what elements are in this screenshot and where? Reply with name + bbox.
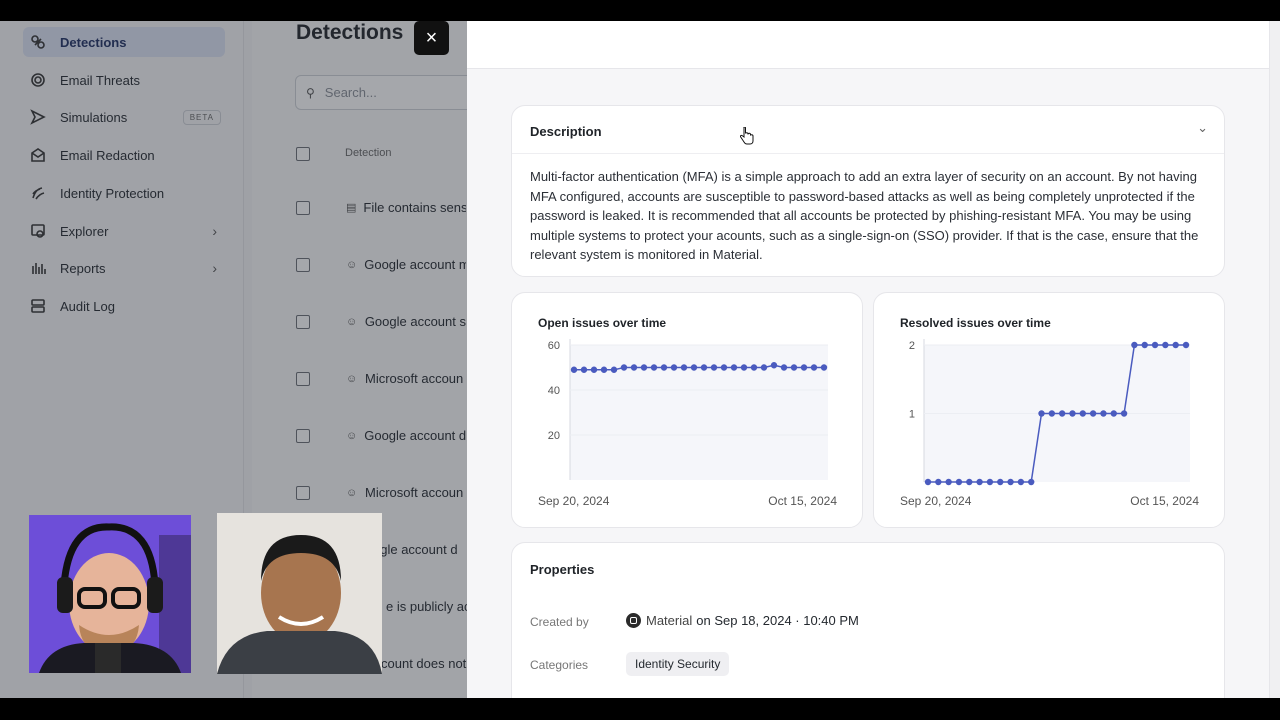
resolved-chart-end-date: Oct 15, 2024 — [1130, 494, 1199, 508]
open-issues-chart-card: Open issues over time 20 40 60 Sep 20, 202… — [511, 292, 863, 528]
data-point — [790, 364, 798, 371]
data-point — [810, 364, 818, 371]
description-card: Description ⌄ Multi-factor authenticatio… — [511, 105, 1225, 277]
data-point — [1182, 341, 1190, 349]
resolved-issues-chart-card: Resolved issues over time 12 Sep 20, 202… — [873, 292, 1225, 528]
data-point — [1141, 341, 1148, 349]
detection-drawer: Description ⌄ Multi-factor authenticatio… — [467, 21, 1280, 698]
resolved-chart-start-date: Sep 20, 2024 — [900, 494, 972, 508]
data-point — [700, 364, 708, 371]
data-point — [630, 364, 638, 371]
data-point — [1120, 410, 1128, 417]
y-tick-label: 60 — [548, 340, 560, 352]
data-point — [1110, 410, 1117, 417]
data-point — [1089, 410, 1097, 417]
category-tag[interactable]: Identity Security — [626, 652, 730, 676]
data-point — [670, 364, 678, 371]
drawer-header — [467, 21, 1269, 69]
data-point — [1151, 341, 1159, 349]
data-point — [986, 478, 994, 486]
data-point — [690, 364, 698, 371]
data-point — [1100, 410, 1107, 417]
chevron-down-icon[interactable]: ⌄ — [1197, 120, 1208, 136]
data-point — [945, 478, 952, 486]
data-point — [710, 364, 718, 371]
app-frame: Detections Email Threats Simulations BET… — [0, 21, 1280, 698]
video-tile-participant-1 — [29, 515, 191, 673]
data-point — [620, 364, 628, 371]
data-point — [660, 364, 668, 371]
data-point — [680, 364, 688, 371]
open-chart-start-date: Sep 20, 2024 — [538, 494, 610, 508]
data-point — [580, 366, 588, 373]
categories-label: Categories — [530, 658, 589, 672]
data-point — [740, 364, 748, 371]
data-point — [570, 366, 578, 373]
mouse-cursor-icon — [740, 127, 754, 145]
y-tick-label: 40 — [548, 385, 560, 397]
participant-1-image — [29, 515, 191, 673]
created-on: on Sep 18, 2024 · 10:40 PM — [696, 613, 859, 628]
created-by-label: Created by — [530, 615, 589, 629]
data-point — [1079, 410, 1086, 417]
data-point — [590, 366, 598, 373]
data-point — [780, 364, 788, 371]
data-point — [1017, 478, 1025, 486]
data-point — [760, 364, 768, 371]
data-point — [1028, 478, 1035, 486]
category-tag-label: Identity Security — [626, 652, 730, 676]
data-point — [1172, 341, 1179, 349]
data-point — [997, 478, 1004, 486]
material-logo-icon — [626, 613, 641, 628]
y-tick-label: 1 — [909, 409, 915, 421]
data-point — [750, 364, 758, 371]
description-title: Description — [530, 124, 602, 139]
description-text: Multi-factor authentication (MFA) is a s… — [530, 169, 1199, 262]
data-point — [1131, 341, 1138, 349]
data-point — [1038, 410, 1045, 417]
data-point — [1058, 410, 1066, 417]
data-point — [640, 364, 648, 371]
data-point — [1007, 478, 1014, 486]
data-point — [730, 364, 738, 371]
data-point — [924, 478, 932, 486]
data-point — [820, 364, 828, 371]
created-by-value: Material on Sep 18, 2024 · 10:40 PM — [626, 613, 859, 628]
data-point — [966, 478, 973, 486]
participant-2-image — [217, 513, 382, 674]
data-point — [600, 366, 608, 373]
y-tick-label: 2 — [909, 340, 915, 352]
data-point — [610, 366, 618, 373]
data-point — [800, 364, 808, 371]
plot-area — [570, 345, 828, 480]
y-tick-label: 20 — [548, 430, 560, 442]
close-drawer-button[interactable]: × — [414, 21, 449, 55]
data-point — [935, 478, 942, 486]
data-point — [976, 478, 983, 486]
data-point — [1162, 341, 1169, 349]
open-chart-end-date: Oct 15, 2024 — [768, 494, 837, 508]
data-point — [1069, 410, 1076, 417]
data-point — [770, 362, 778, 369]
description-header[interactable]: Description ⌄ — [512, 106, 1224, 154]
properties-title: Properties — [530, 562, 595, 577]
close-icon: × — [425, 26, 438, 49]
drawer-scrollbar[interactable] — [1269, 21, 1280, 698]
creator-name: Material — [646, 613, 693, 628]
data-point — [955, 478, 963, 486]
properties-card: Properties Created by Material on Sep 18… — [511, 542, 1225, 698]
data-point — [720, 364, 728, 371]
data-point — [650, 364, 658, 371]
video-tile-participant-2 — [217, 513, 382, 674]
data-point — [1048, 410, 1056, 417]
